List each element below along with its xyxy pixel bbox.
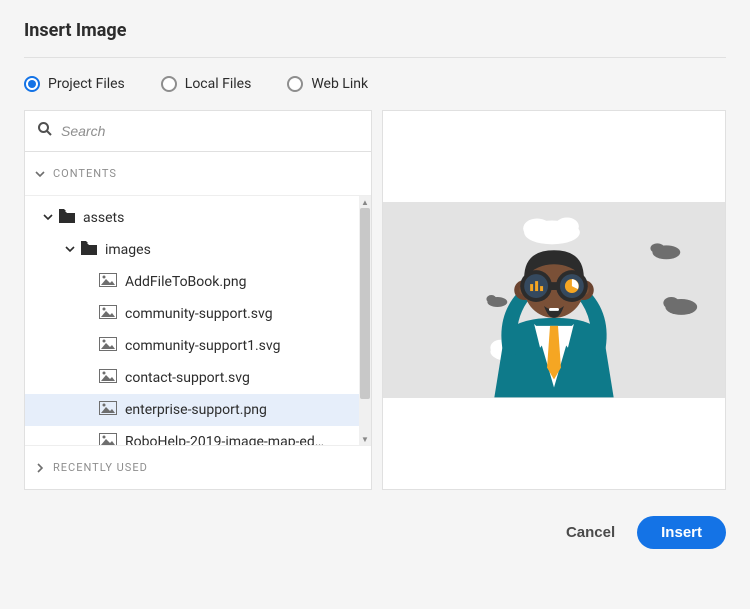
chevron-down-icon	[35, 164, 45, 183]
radio-icon	[287, 76, 303, 92]
image-icon	[99, 337, 117, 355]
radio-icon	[161, 76, 177, 92]
dialog-title: Insert Image	[24, 20, 726, 41]
chevron-down-icon	[43, 210, 53, 226]
file-label: contact-support.svg	[125, 370, 250, 386]
image-icon	[99, 433, 117, 445]
content-area: CONTENTS assets images	[24, 110, 726, 490]
tab-project-files[interactable]: Project Files	[24, 76, 125, 92]
search-input[interactable]	[61, 123, 359, 139]
scroll-down-arrow-icon[interactable]: ▼	[359, 433, 371, 445]
tree-folder-images[interactable]: images	[25, 234, 359, 266]
chevron-right-icon	[35, 458, 45, 477]
tree-folder-assets[interactable]: assets	[25, 202, 359, 234]
tree-file-selected[interactable]: enterprise-support.png	[25, 394, 359, 426]
file-label: community-support1.svg	[125, 338, 280, 354]
folder-label: assets	[83, 210, 124, 226]
tab-label: Web Link	[311, 76, 368, 92]
chevron-down-icon	[65, 242, 75, 258]
file-label: RoboHelp-2019-image-map-ed…	[125, 434, 324, 445]
preview-panel	[382, 110, 726, 490]
recently-used-label: RECENTLY USED	[53, 461, 148, 474]
contents-section-header[interactable]: CONTENTS	[25, 152, 371, 196]
image-icon	[99, 369, 117, 387]
scrollbar-thumb[interactable]	[360, 208, 370, 399]
tab-local-files[interactable]: Local Files	[161, 76, 252, 92]
file-browser-panel: CONTENTS assets images	[24, 110, 372, 490]
scrollbar[interactable]: ▲ ▼	[359, 196, 371, 445]
tree-file[interactable]: AddFileToBook.png	[25, 266, 359, 298]
image-icon	[99, 401, 117, 419]
tree-file[interactable]: RoboHelp-2019-image-map-ed…	[25, 426, 359, 445]
preview-illustration	[383, 202, 725, 398]
recently-used-section-header[interactable]: RECENTLY USED	[25, 446, 371, 489]
image-icon	[99, 305, 117, 323]
radio-selected-icon	[24, 76, 40, 92]
dialog-footer: Cancel Insert	[24, 516, 726, 549]
tree-wrap: assets images AddFileToBook.png	[25, 196, 371, 446]
scroll-up-arrow-icon[interactable]: ▲	[359, 196, 371, 208]
tree-file[interactable]: contact-support.svg	[25, 362, 359, 394]
tree-file[interactable]: community-support1.svg	[25, 330, 359, 362]
source-tabs: Project Files Local Files Web Link	[24, 76, 726, 92]
tree-file[interactable]: community-support.svg	[25, 298, 359, 330]
file-label: AddFileToBook.png	[125, 274, 247, 290]
file-tree[interactable]: assets images AddFileToBook.png	[25, 196, 359, 445]
file-label: enterprise-support.png	[125, 402, 267, 418]
search-row	[25, 111, 371, 152]
contents-label: CONTENTS	[53, 167, 117, 180]
scrollbar-track[interactable]	[359, 208, 371, 433]
folder-icon	[81, 241, 97, 259]
folder-label: images	[105, 242, 151, 258]
insert-button[interactable]: Insert	[637, 516, 726, 549]
file-label: community-support.svg	[125, 306, 273, 322]
image-icon	[99, 273, 117, 291]
cancel-button[interactable]: Cancel	[566, 524, 615, 541]
tab-web-link[interactable]: Web Link	[287, 76, 368, 92]
image-preview	[383, 202, 725, 398]
tab-label: Project Files	[48, 76, 125, 92]
divider	[24, 57, 726, 58]
search-icon	[37, 121, 53, 141]
insert-image-dialog: Insert Image Project Files Local Files W…	[0, 0, 750, 569]
tab-label: Local Files	[185, 76, 252, 92]
folder-icon	[59, 209, 75, 227]
